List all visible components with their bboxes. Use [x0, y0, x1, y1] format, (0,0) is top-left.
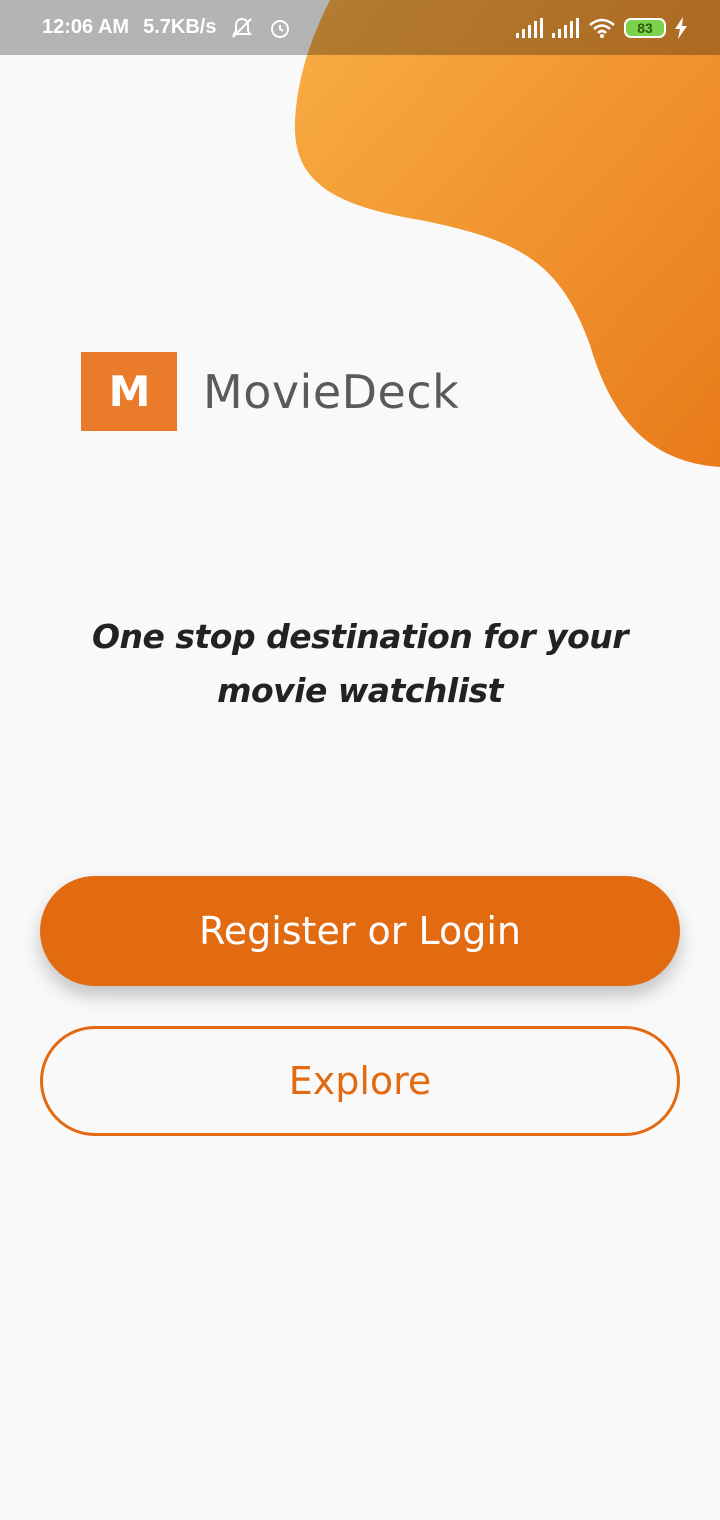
battery-level: 83: [637, 19, 653, 36]
status-bar: 12:06 AM 5.7KB/s 83: [0, 0, 720, 55]
muted-notifications-icon: [230, 16, 254, 40]
register-login-button[interactable]: Register or Login: [40, 876, 680, 986]
logo-mark: M: [81, 352, 177, 431]
tagline-line-1: One stop destination for your: [91, 617, 629, 656]
explore-button[interactable]: Explore: [40, 1026, 680, 1136]
status-time: 12:06 AM: [42, 16, 130, 38]
wifi-icon: [588, 17, 616, 39]
logo-letter: M: [108, 367, 151, 416]
battery-icon: 83: [624, 17, 666, 38]
charging-icon: [674, 16, 688, 39]
app-logo: M MovieDeck: [81, 352, 459, 431]
tagline: One stop destination for your movie watc…: [60, 610, 660, 718]
app-name: MovieDeck: [203, 364, 460, 419]
alarm-icon: [268, 16, 292, 40]
signal-icon: [516, 17, 544, 38]
status-network-speed: 5.7KB/s: [143, 16, 217, 38]
signal-icon: [552, 17, 580, 38]
tagline-line-2: movie watchlist: [217, 671, 503, 710]
